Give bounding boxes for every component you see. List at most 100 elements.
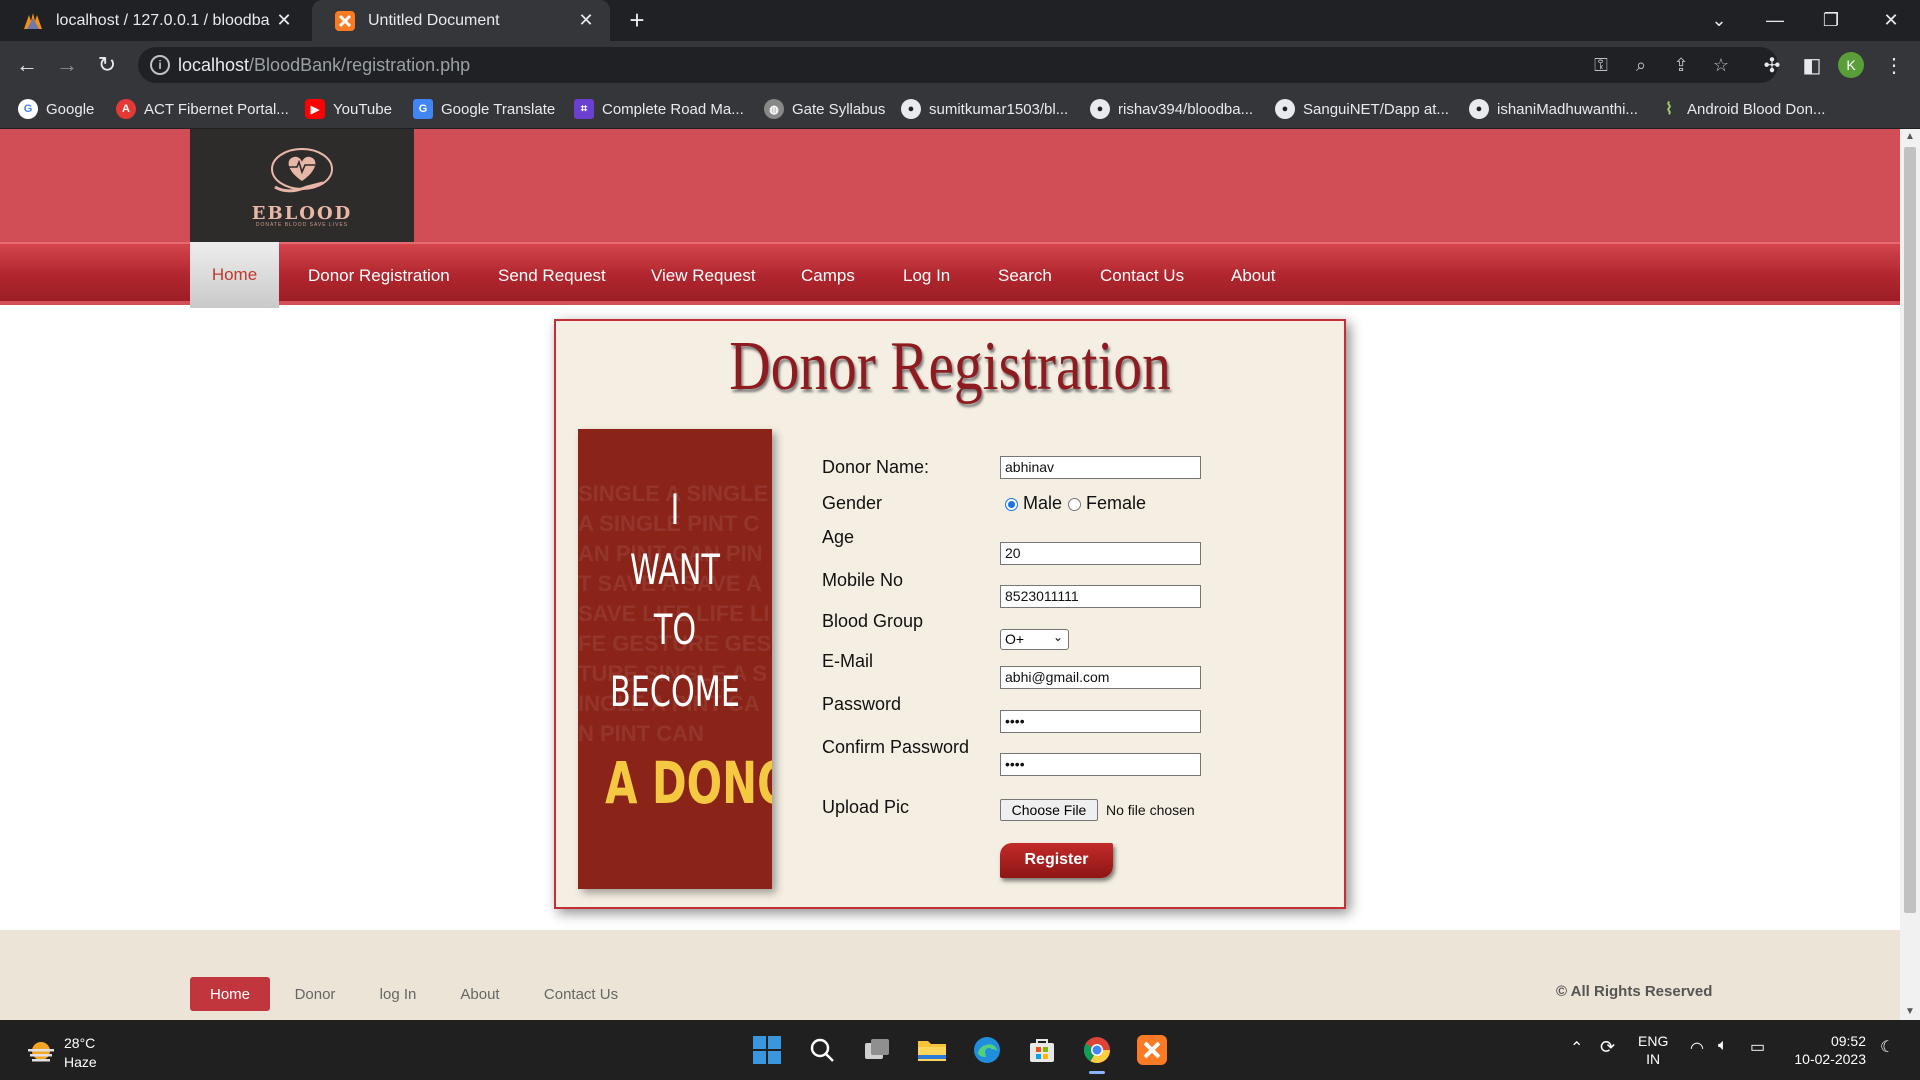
zoom-icon[interactable]: ⌕ <box>1628 53 1654 77</box>
url-text[interactable]: localhost/BloodBank/registration.php <box>178 55 470 76</box>
minimize-icon[interactable]: — <box>1750 0 1800 41</box>
new-tab-icon[interactable]: + <box>622 6 652 36</box>
choose-file-button[interactable]: Choose File <box>1000 799 1098 821</box>
email-input[interactable]: abhi@gmail.com <box>1000 666 1201 689</box>
bookmark-gate-syllabus[interactable]: ◍ Gate Syllabus <box>764 97 885 121</box>
donor-poster-image: SINGLE A SINGLE A SINGLE PINT CAN PINT C… <box>578 429 772 889</box>
nav-view-request[interactable]: View Request <box>651 244 756 307</box>
bookmark-road-map[interactable]: ⌗ Complete Road Ma... <box>574 97 744 121</box>
microsoft-store-icon[interactable] <box>1022 1030 1062 1070</box>
side-panel-icon[interactable]: ◧ <box>1796 49 1828 81</box>
tab-title: Untitled Document <box>368 11 500 29</box>
menu-icon[interactable]: ⋮ <box>1878 49 1910 81</box>
poster-headline: A DONOR <box>605 749 772 817</box>
poster-line: BECOME <box>610 667 740 716</box>
bookmark-github-3[interactable]: ● SanguiNET/Dapp at... <box>1275 97 1449 121</box>
bookmark-github-2[interactable]: ● rishav394/bloodba... <box>1090 97 1253 121</box>
nav-log-in[interactable]: Log In <box>903 244 950 307</box>
back-icon[interactable]: ← <box>11 49 43 81</box>
notifications-icon[interactable]: ☾ <box>1880 1037 1894 1057</box>
xampp-icon[interactable] <box>1132 1030 1172 1070</box>
forward-icon[interactable]: → <box>51 49 83 81</box>
close-tab-icon[interactable]: ✕ <box>270 10 298 31</box>
bookmark-android-blood[interactable]: ⌇ Android Blood Don... <box>1659 97 1825 121</box>
copyright-text: © All Rights Reserved <box>1556 983 1713 1000</box>
gender-female-radio[interactable] <box>1068 498 1081 511</box>
nav-about[interactable]: About <box>1231 244 1275 307</box>
tab-untitled-document[interactable]: Untitled Document ✕ <box>312 0 610 41</box>
donor-name-input[interactable]: abhinav <box>1000 456 1201 479</box>
close-tab-icon[interactable]: ✕ <box>572 10 600 31</box>
register-button[interactable]: Register <box>1000 843 1113 878</box>
phpmyadmin-icon <box>22 10 44 32</box>
scroll-down-icon[interactable]: ▼ <box>1900 1004 1920 1020</box>
reload-icon[interactable]: ↻ <box>91 49 123 81</box>
site-logo[interactable]: EBLOOD DONATE BLOOD SAVE LIVES <box>190 129 414 242</box>
address-bar[interactable]: i localhost/BloodBank/registration.php ⚿… <box>138 47 1778 83</box>
bookmark-act-fibernet[interactable]: A ACT Fibernet Portal... <box>116 97 289 121</box>
mobile-input[interactable]: 8523011111 <box>1000 585 1201 608</box>
bookmark-github-4[interactable]: ● ishaniMadhuwanthi... <box>1469 97 1638 121</box>
clock-time: 09:52 <box>1830 1033 1866 1049</box>
file-explorer-icon[interactable] <box>912 1030 952 1070</box>
clock[interactable]: 09:52 10-02-2023 <box>1790 1032 1866 1068</box>
weather-widget[interactable]: 28°C Haze <box>26 1034 97 1072</box>
scrollbar-thumb[interactable] <box>1904 147 1916 913</box>
footer-link-about[interactable]: About <box>456 977 504 1011</box>
key-icon[interactable]: ⚿ <box>1588 53 1614 77</box>
confirm-password-input[interactable]: •••• <box>1000 753 1201 776</box>
footer-link-donor[interactable]: Donor <box>290 977 340 1011</box>
battery-icon[interactable]: ▭ <box>1750 1037 1765 1057</box>
chrome-icon[interactable] <box>1077 1030 1117 1074</box>
logo-text: EBLOOD <box>251 203 353 224</box>
extensions-icon[interactable]: ✣ <box>1756 49 1788 81</box>
age-label: Age <box>822 527 855 547</box>
page-scrollbar[interactable]: ▲ ▼ <box>1900 129 1920 1020</box>
browser-tab-strip: localhost / 127.0.0.1 / bloodbank ✕ Unti… <box>0 0 1920 41</box>
nav-contact-us[interactable]: Contact Us <box>1100 244 1184 307</box>
nav-home[interactable]: Home <box>190 242 279 308</box>
blood-group-select[interactable]: O+ ⌄ <box>1000 629 1069 650</box>
age-input[interactable]: 20 <box>1000 542 1201 565</box>
nav-donor-registration[interactable]: Donor Registration <box>308 244 450 307</box>
volume-muted-icon[interactable]: 🔈︎ <box>1718 1037 1728 1055</box>
nav-send-request[interactable]: Send Request <box>498 244 606 307</box>
footer-link-log-in[interactable]: log In <box>374 977 422 1011</box>
heart-hand-icon <box>271 148 333 193</box>
scroll-up-icon[interactable]: ▲ <box>1900 129 1920 145</box>
password-input[interactable]: •••• <box>1000 710 1201 733</box>
bookmark-youtube[interactable]: ▶ YouTube <box>305 97 392 121</box>
profile-avatar[interactable]: K <box>1838 52 1864 78</box>
language-indicator[interactable]: ENG IN <box>1638 1032 1668 1068</box>
chevron-down-icon: ⌄ <box>1052 630 1063 644</box>
info-icon[interactable]: i <box>150 55 170 75</box>
start-icon[interactable] <box>747 1030 787 1070</box>
haze-icon <box>28 1042 54 1062</box>
toolbar: ← → ↻ i localhost/BloodBank/registration… <box>0 41 1920 89</box>
star-icon[interactable]: ☆ <box>1708 53 1734 77</box>
tab-phpmyadmin[interactable]: localhost / 127.0.0.1 / bloodbank ✕ <box>0 0 308 41</box>
nav-search[interactable]: Search <box>998 244 1052 307</box>
restore-icon[interactable]: ❐ <box>1806 0 1856 41</box>
search-icon[interactable] <box>802 1030 842 1070</box>
poster-line: I <box>670 485 680 534</box>
wifi-icon[interactable]: ◠ <box>1690 1038 1704 1058</box>
site-footer: Home Donor log In About Contact Us © All… <box>0 930 1900 1020</box>
tab-search-icon[interactable]: ⌄ <box>1694 0 1744 41</box>
footer-link-contact-us[interactable]: Contact Us <box>540 977 622 1011</box>
bookmarks-bar: G Google A ACT Fibernet Portal... ▶ YouTube… <box>0 89 1920 129</box>
edge-icon[interactable] <box>967 1030 1007 1070</box>
poster-line: WANT <box>629 545 721 594</box>
footer-link-home[interactable]: Home <box>190 977 270 1011</box>
bookmark-google-translate[interactable]: G Google Translate <box>413 97 555 121</box>
share-icon[interactable]: ⇪ <box>1668 53 1694 77</box>
close-window-icon[interactable]: ✕ <box>1866 0 1916 41</box>
chevron-up-icon[interactable]: ⌃ <box>1570 1038 1583 1058</box>
gender-male-radio[interactable] <box>1005 498 1018 511</box>
bookmark-github-1[interactable]: ● sumitkumar1503/bl... <box>901 97 1068 121</box>
nav-camps[interactable]: Camps <box>801 244 855 307</box>
bookmark-google[interactable]: G Google <box>18 97 94 121</box>
task-view-icon[interactable] <box>857 1030 897 1070</box>
blood-group-label: Blood Group <box>822 611 924 631</box>
sync-icon[interactable]: ⟳ <box>1600 1037 1615 1058</box>
